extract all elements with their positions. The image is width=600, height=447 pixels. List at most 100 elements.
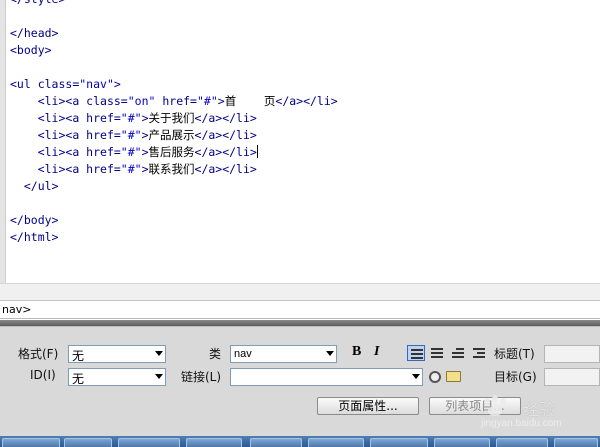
- code-token: <li><a: [37, 145, 87, 159]
- code-editor[interactable]: </style> </head> <body> <ul class="nav"> <l…: [0, 0, 600, 283]
- chevron-down-icon: [155, 374, 163, 379]
- code-line[interactable]: </head>: [10, 25, 596, 42]
- bold-button[interactable]: B: [352, 344, 361, 360]
- code-token: </head>: [10, 26, 59, 40]
- code-line[interactable]: <li><a href="#">关于我们</a></li>: [10, 110, 596, 127]
- taskbar-button[interactable]: [250, 438, 302, 447]
- taskbar-button[interactable]: [308, 438, 364, 447]
- horizontal-scrollbar[interactable]: [0, 283, 600, 300]
- code-line[interactable]: [10, 195, 596, 212]
- taskbar-button[interactable]: [554, 438, 598, 447]
- link-label: 链接(L): [181, 370, 222, 384]
- code-token: >: [217, 94, 225, 108]
- code-line[interactable]: <li><a href="#">联系我们</a></li>: [10, 161, 596, 178]
- indent-button[interactable]: [470, 345, 488, 361]
- code-token: </a></li>: [194, 111, 257, 125]
- page-properties-button[interactable]: 页面属性...: [317, 397, 419, 415]
- chevron-down-icon: [155, 351, 163, 356]
- baidu-jingyan-watermark: 经验 jingyan.baidu.com: [473, 394, 593, 434]
- taskbar-button[interactable]: [2, 438, 60, 447]
- code-token: </a></li>: [194, 145, 257, 159]
- format-select[interactable]: 无: [68, 345, 166, 363]
- code-token: href=: [86, 111, 121, 125]
- code-line[interactable]: <li><a href="#">产品展示</a></li>: [10, 127, 596, 144]
- outdent-button[interactable]: [449, 345, 467, 361]
- code-token: 售后服务: [148, 145, 195, 159]
- taskbar-button[interactable]: [434, 438, 490, 447]
- taskbar-button[interactable]: [64, 438, 112, 447]
- taskbar-button[interactable]: [118, 438, 180, 447]
- code-token: >: [141, 111, 149, 125]
- tag-selector-bar: nav>: [0, 300, 600, 319]
- code-token: href=: [155, 94, 197, 108]
- code-token: </a></li>: [194, 128, 257, 142]
- tag-selector-path[interactable]: nav>: [2, 303, 31, 316]
- code-token: </body>: [10, 213, 59, 227]
- unordered-list-button[interactable]: [407, 345, 425, 361]
- code-token: 首 页: [224, 94, 276, 108]
- code-line[interactable]: <ul class="nav">: [10, 76, 596, 93]
- title-input[interactable]: [544, 345, 600, 363]
- taskbar-button[interactable]: [186, 438, 242, 447]
- code-token: "#": [196, 94, 218, 108]
- target-select[interactable]: [544, 368, 600, 386]
- chevron-down-icon: [412, 374, 420, 379]
- code-token: <li><a: [37, 111, 87, 125]
- list-icon: [452, 356, 464, 358]
- code-token: <li><a: [37, 94, 87, 108]
- ordered-list-button[interactable]: [428, 345, 446, 361]
- list-icon: [411, 357, 423, 359]
- list-icon: [431, 348, 443, 350]
- code-token: href=: [86, 128, 121, 142]
- code-token: </style>: [10, 0, 65, 6]
- code-token: </ul>: [23, 179, 59, 193]
- class-select-value: nav: [234, 348, 252, 360]
- code-line[interactable]: </html>: [10, 229, 596, 246]
- code-token: class=: [86, 94, 128, 108]
- editor-gutter: [0, 0, 6, 283]
- id-select-value: 无: [72, 372, 85, 386]
- code-token: </a></li>: [275, 94, 338, 108]
- code-view[interactable]: </style> </head> <body> <ul class="nav"> <l…: [10, 0, 596, 246]
- code-line[interactable]: <body>: [10, 42, 596, 59]
- code-line[interactable]: </style>: [10, 0, 596, 8]
- code-line[interactable]: </body>: [10, 212, 596, 229]
- list-icon: [431, 352, 443, 354]
- code-token: <li><a: [37, 162, 87, 176]
- taskbar-button[interactable]: [496, 438, 548, 447]
- code-token: >: [141, 162, 149, 176]
- paw-logo-icon: [484, 395, 506, 416]
- taskbar: [0, 436, 600, 447]
- list-icon: [411, 349, 423, 351]
- code-token: </html>: [10, 230, 59, 244]
- list-icon: [477, 352, 485, 354]
- code-line[interactable]: </ul>: [10, 178, 596, 195]
- class-label: 类: [209, 347, 222, 361]
- code-line[interactable]: [10, 8, 596, 25]
- link-input[interactable]: [230, 368, 423, 386]
- taskbar-button[interactable]: [370, 438, 428, 447]
- code-line[interactable]: [10, 59, 596, 76]
- text-cursor: [256, 145, 258, 158]
- code-token: class=: [37, 77, 80, 91]
- watermark-url: jingyan.baidu.com: [481, 418, 562, 429]
- code-token: <ul: [10, 77, 38, 91]
- point-to-file-icon[interactable]: [429, 371, 441, 383]
- code-token: 关于我们: [148, 111, 195, 125]
- code-token: 联系我们: [148, 162, 195, 176]
- italic-button[interactable]: I: [374, 344, 379, 360]
- list-icon: [411, 353, 423, 355]
- code-line[interactable]: <li><a href="#">售后服务</a></li>: [10, 144, 596, 161]
- code-line[interactable]: <li><a class="on" href="#">首 页</a></li>: [10, 93, 596, 110]
- code-token: href=: [86, 162, 121, 176]
- list-icon: [473, 356, 485, 358]
- class-select[interactable]: nav: [230, 345, 337, 363]
- code-token: "#": [120, 162, 142, 176]
- folder-icon[interactable]: [446, 371, 461, 382]
- id-select[interactable]: 无: [68, 368, 166, 386]
